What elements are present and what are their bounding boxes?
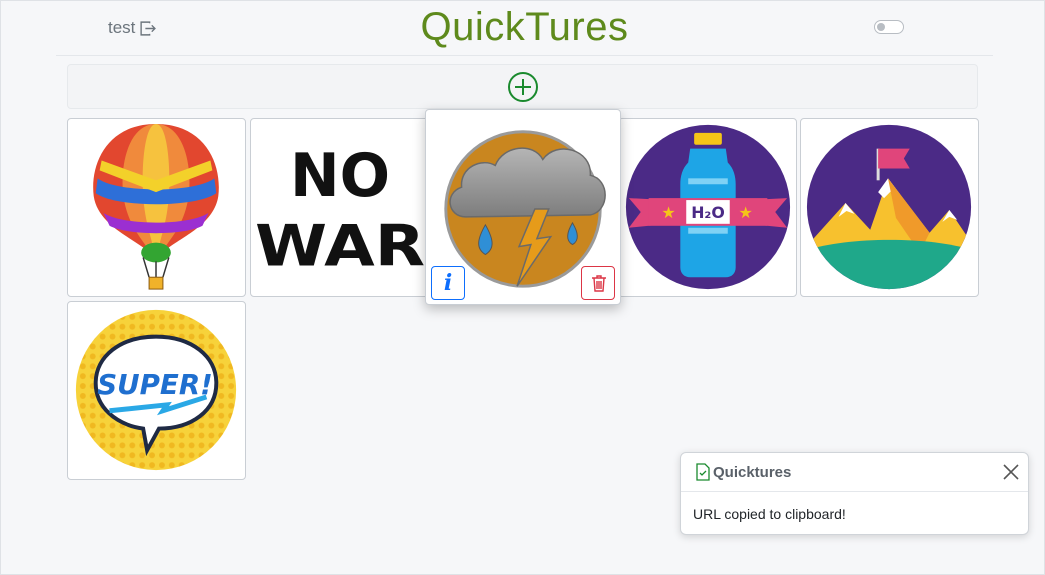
no-war-line2: WAR	[255, 212, 425, 279]
info-button[interactable]: i	[431, 266, 465, 300]
header: test QuickTures	[56, 1, 993, 56]
toast-notification: Quicktures URL copied to clipboard!	[680, 452, 1029, 535]
image-tile-storm-cloud-selected[interactable]: i	[425, 109, 621, 305]
no-war-line1: NO	[290, 141, 390, 210]
super-speech-bubble-image: SUPER!	[75, 309, 237, 471]
app-title: QuickTures	[420, 5, 629, 49]
water-bottle-image: H₂O ★ ★	[625, 124, 791, 290]
svg-text:★: ★	[661, 205, 675, 222]
toast-header: Quicktures	[681, 453, 1028, 492]
hot-air-balloon-image	[93, 123, 219, 290]
h2o-label: H₂O	[691, 203, 725, 222]
mountain-flag-image	[806, 124, 972, 290]
toggle-knob	[877, 23, 885, 31]
image-tile-mountain-flag[interactable]	[800, 118, 979, 297]
toast-message: URL copied to clipboard!	[693, 506, 846, 522]
add-image-bar	[67, 64, 978, 109]
file-check-icon	[696, 463, 710, 481]
toast-title: Quicktures	[713, 463, 792, 481]
super-label: SUPER!	[97, 368, 213, 401]
image-tile-super[interactable]: SUPER!	[67, 301, 246, 480]
no-war-image: NO WAR	[255, 141, 425, 279]
image-tile-no-war[interactable]: NO WAR	[250, 118, 429, 297]
delete-button[interactable]	[581, 266, 615, 300]
toggle-switch[interactable]	[874, 20, 904, 34]
close-icon[interactable]	[1002, 463, 1020, 481]
trash-icon	[592, 275, 606, 292]
svg-text:★: ★	[738, 205, 752, 222]
add-circle-icon[interactable]	[508, 72, 538, 102]
image-tile-hot-air-balloon[interactable]	[67, 118, 246, 297]
image-tile-water-bottle[interactable]: H₂O ★ ★	[618, 118, 797, 297]
